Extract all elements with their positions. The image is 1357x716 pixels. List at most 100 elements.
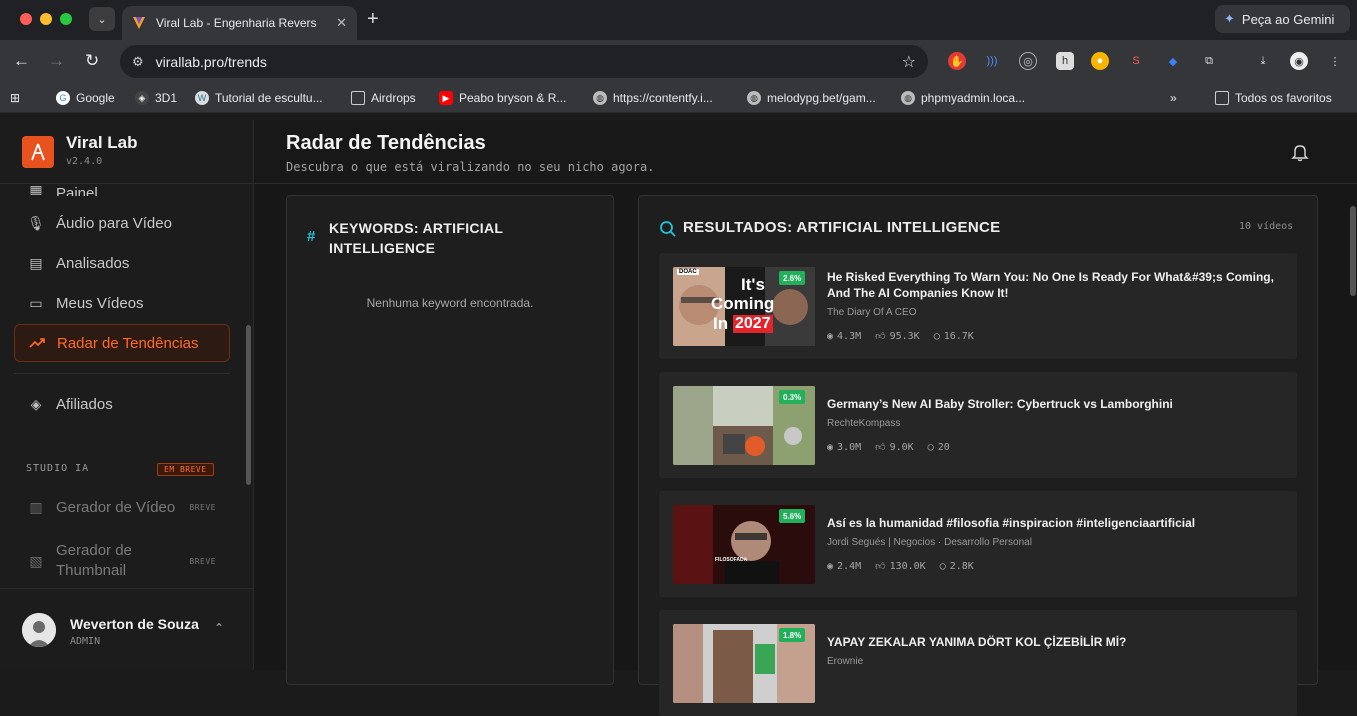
address-bar[interactable]: ⚙ virallab.pro/trends ☆ xyxy=(120,45,928,78)
bookmark-star-icon[interactable]: ☆ xyxy=(902,52,916,72)
mic-icon: 🎙︎ xyxy=(27,214,45,231)
bookmark-contentfy[interactable]: ◍ https://contentfy.i... xyxy=(593,91,713,105)
results-count: 10 vídeos xyxy=(1239,221,1294,232)
bookmarks-bar: ⊞ G Google ◈ 3D1 W Tutorial de escultu... A… xyxy=(0,85,1357,113)
window-minimize-button[interactable] xyxy=(40,13,52,25)
video-card[interactable]: FILOSOFADA 5.6% Así es la humanidad #fil… xyxy=(659,491,1297,597)
studio-ia-section-label: STUDIO IA xyxy=(26,463,90,474)
extension-circle-icon[interactable]: ◎ xyxy=(1019,52,1037,70)
sidebar-scrollbar[interactable] xyxy=(246,325,251,485)
forward-icon[interactable]: → xyxy=(48,51,65,71)
video-channel: Jordi Segués | Negocios · Desarrollo Per… xyxy=(827,537,1032,548)
growth-badge: 2.6% xyxy=(779,271,806,285)
thumb-tag: DOAC xyxy=(677,269,699,275)
user-name: Weverton de Souza xyxy=(70,616,199,632)
thumb-text-line: In xyxy=(713,314,729,333)
page-subtitle: Descubra o que está viralizando no seu n… xyxy=(286,160,655,174)
video-thumbnail: 1.8% xyxy=(673,624,815,703)
viral-lab-favicon-icon xyxy=(133,17,145,29)
window-maximize-button[interactable] xyxy=(60,13,72,25)
browser-tab-strip: ⌄ Viral Lab - Engenharia Revers ✕ + ✦ Pe… xyxy=(0,0,1357,40)
bookmark-label: Airdrops xyxy=(371,91,416,105)
sidebar-item-gerador-de-video[interactable]: ▥ Gerador de Vídeo BREVE xyxy=(14,488,230,526)
video-title[interactable]: He Risked Everything To Warn You: No One… xyxy=(827,269,1287,301)
video-title[interactable]: Germany’s New AI Baby Stroller: Cybertru… xyxy=(827,396,1287,412)
all-bookmarks-folder[interactable]: Todos os favoritos xyxy=(1215,91,1332,105)
window-close-button[interactable] xyxy=(20,13,32,25)
sidebar-item-label: Meus Vídeos xyxy=(56,294,144,312)
video-channel: The Diary Of A CEO xyxy=(827,307,917,318)
bookmark-3d1[interactable]: ◈ 3D1 xyxy=(135,91,177,105)
bookmark-phpmyadmin[interactable]: ◍ phpmyadmin.loca... xyxy=(901,91,1025,105)
ask-gemini-button[interactable]: ✦ Peça ao Gemini xyxy=(1215,5,1350,33)
page-header: Radar de Tendências Descubra o que está … xyxy=(254,120,1357,184)
extension-s-icon[interactable]: S xyxy=(1127,52,1145,70)
keywords-empty-state: Nenhuma keyword encontrada. xyxy=(366,296,534,310)
google-icon: G xyxy=(56,91,70,105)
main-content: Radar de Tendências Descubra o que está … xyxy=(254,120,1357,716)
reload-icon[interactable]: ↻ xyxy=(85,51,99,71)
bookmark-peabo[interactable]: ▶ Peabo bryson & R... xyxy=(439,91,566,105)
app-root: Viral Lab v2.4.0 ▦ Painel 🎙︎ Áudio para … xyxy=(0,120,1357,716)
sidebar-item-meus-videos[interactable]: ▭ Meus Vídeos xyxy=(14,284,230,322)
breve-badge: BREVE xyxy=(189,502,216,512)
more-menu-icon[interactable]: ⋮ xyxy=(1326,52,1344,70)
sidebar-item-audio-para-video[interactable]: 🎙︎ Áudio para Vídeo xyxy=(14,204,230,242)
sidebar-item-label: Gerador de Vídeo xyxy=(56,498,176,516)
more-bookmarks-icon[interactable]: » xyxy=(1170,91,1177,105)
main-scrollbar[interactable] xyxy=(1350,206,1356,296)
results-panel: RESULTADOS: ARTIFICIAL INTELLIGENCE 10 v… xyxy=(638,195,1318,716)
thumbs-up-icon: 👍︎ xyxy=(875,561,886,572)
likes-count: 130.0K xyxy=(889,560,926,572)
bell-icon[interactable] xyxy=(1290,142,1310,162)
close-tab-icon[interactable]: ✕ xyxy=(336,15,347,31)
globe-icon: ◍ xyxy=(747,91,761,105)
sidebar-item-analisados[interactable]: ▤ Analisados xyxy=(14,244,230,282)
video-card[interactable]: DOAC It's Coming In 2027 2.6% He Risked … xyxy=(659,253,1297,359)
extension-tag-icon[interactable]: ◆ xyxy=(1164,52,1182,70)
video-title[interactable]: Así es la humanidad #filosofia #inspirac… xyxy=(827,515,1287,531)
extension-signal-icon[interactable]: ))) xyxy=(983,52,1001,70)
grid-icon: ▦ xyxy=(29,179,43,196)
bookmark-melodypg[interactable]: ◍ melodypg.bet/gam... xyxy=(747,91,876,105)
download-icon[interactable]: ⤓ xyxy=(1254,52,1272,70)
sidebar-item-painel[interactable]: ▦ Painel xyxy=(14,168,230,197)
sidebar-item-radar-de-tendencias[interactable]: Radar de Tendências xyxy=(14,324,230,362)
folder-icon xyxy=(351,91,365,105)
growth-badge: 0.3% xyxy=(779,390,806,404)
app-version: v2.4.0 xyxy=(66,156,103,167)
sidebar-item-afiliados[interactable]: ◈ Afiliados xyxy=(14,385,230,423)
browser-tab[interactable]: Viral Lab - Engenharia Revers ✕ xyxy=(122,6,357,40)
extension-h-icon[interactable]: h xyxy=(1056,52,1074,70)
eye-icon: ◉ xyxy=(827,330,834,342)
hash-icon: # xyxy=(307,228,316,245)
sidebar-item-label: Radar de Tendências xyxy=(57,334,199,352)
growth-badge: 1.8% xyxy=(779,628,806,642)
sidebar-item-gerador-de-thumbnail[interactable]: ▧ Gerador de Thumbnail BREVE xyxy=(14,536,230,586)
bookmark-google[interactable]: G Google xyxy=(56,91,115,105)
thumb-tag: FILOSOFADA xyxy=(715,557,748,563)
new-tab-button[interactable]: + xyxy=(367,8,379,31)
trending-up-icon xyxy=(29,335,45,351)
tab-search-button[interactable]: ⌄ xyxy=(89,7,115,31)
profile-avatar-icon[interactable]: ◉ xyxy=(1290,52,1308,70)
video-title[interactable]: YAPAY ZEKALAR YANIMA DÖRT KOL ÇİZEBİLİR … xyxy=(827,634,1287,650)
video-thumbnail: 0.3% xyxy=(673,386,815,465)
chevron-up-icon[interactable]: ⌃ xyxy=(214,621,224,635)
folder-icon xyxy=(1215,91,1229,105)
extension-stop-icon[interactable]: ✋ xyxy=(948,52,966,70)
thumbs-up-icon: 👍︎ xyxy=(875,331,886,342)
video-card[interactable]: 1.8% YAPAY ZEKALAR YANIMA DÖRT KOL ÇİZEB… xyxy=(659,610,1297,716)
user-menu[interactable]: Weverton de Souza ADMIN ⌃ xyxy=(0,588,254,670)
video-card[interactable]: 0.3% Germany’s New AI Baby Stroller: Cyb… xyxy=(659,372,1297,478)
site-info-icon[interactable]: ⚙ xyxy=(132,54,144,70)
back-icon[interactable]: ← xyxy=(13,51,30,71)
thumbs-up-icon: 👍︎ xyxy=(875,442,886,453)
apps-grid-icon[interactable]: ⊞ xyxy=(10,91,20,105)
views-count: 2.4M xyxy=(837,560,862,572)
extensions-puzzle-icon[interactable]: ⧉ xyxy=(1200,52,1218,70)
extension-color-icon[interactable]: ● xyxy=(1091,52,1109,70)
bookmark-tutorial[interactable]: W Tutorial de escultu... xyxy=(195,91,323,105)
bookmark-airdrops[interactable]: Airdrops xyxy=(351,91,416,105)
ask-gemini-label: Peça ao Gemini xyxy=(1241,11,1335,27)
